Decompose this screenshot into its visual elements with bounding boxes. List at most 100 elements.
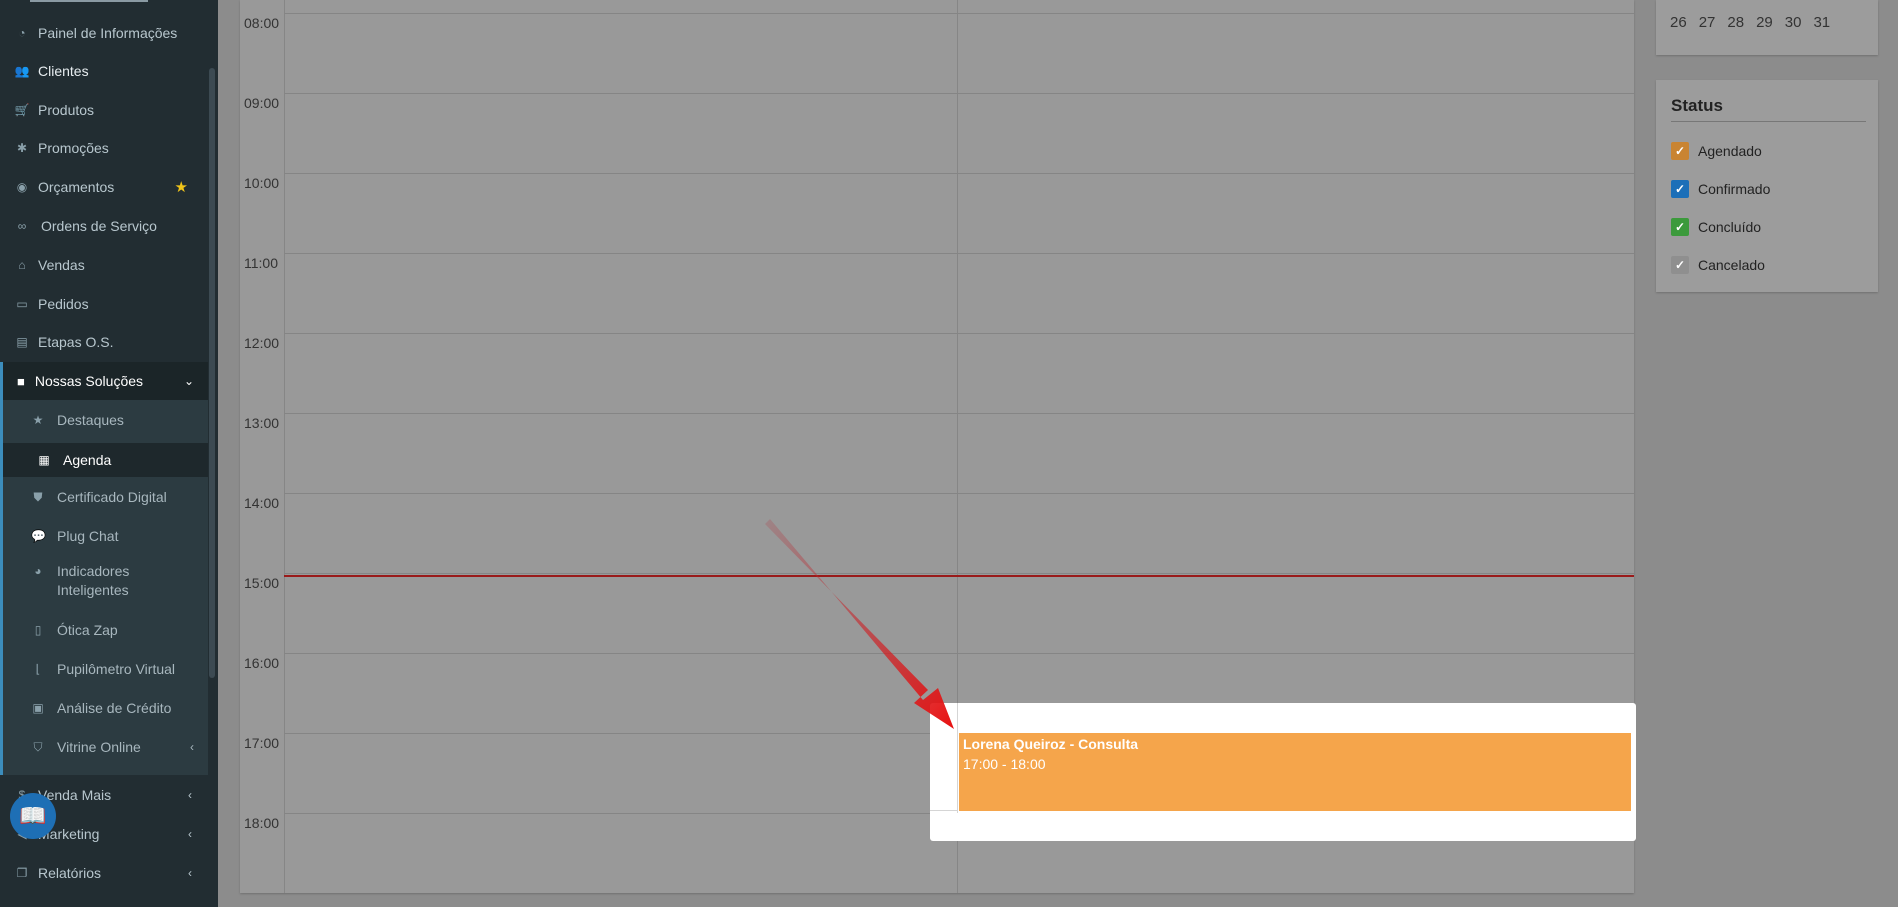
chevron-down-icon: ⌄ [183,374,194,388]
status-agendado[interactable]: ✓ Agendado [1671,142,1762,160]
sidebar-item-relatorios[interactable]: ❐ Relatórios ‹ [0,855,208,891]
hour-label: 17:00 [244,735,280,751]
status-confirmado[interactable]: ✓ Confirmado [1671,180,1770,198]
pie-chart-icon: ◕ [34,564,42,578]
mobile-icon: ▯ [34,623,42,637]
checkbox[interactable]: ✓ [1671,218,1689,236]
hour-row[interactable]: 12:00 [240,333,1634,413]
hour-row[interactable]: 08:00 [240,13,1634,93]
status-concluido[interactable]: ✓ Concluído [1671,218,1761,236]
sidebar-item-label: Destaques [57,412,124,428]
calendar-event[interactable]: Lorena Queiroz - Consulta 17:00 - 18:00 [959,733,1631,811]
chevron-left-icon: ‹ [188,788,192,802]
sidebar: ◔ Painel de Informações 👥 Clientes 🛒 Pro… [0,0,218,907]
solutions-submenu: ★ Destaques ▦ Agenda ⛊ Certificado Digit… [0,400,208,775]
chevron-left-icon: ‹ [188,827,192,841]
sidebar-item-orcamentos[interactable]: ◉ Orçamentos ★ [0,169,208,205]
event-time: 17:00 - 18:00 [963,756,1046,772]
sidebar-item-label: Pedidos [38,296,89,312]
sidebar-item-nossas-solucoes[interactable]: ■ Nossas Soluções ⌄ [0,362,208,400]
cart-icon: 🛒 [14,103,30,117]
checkbox[interactable]: ✓ [1671,256,1689,274]
day-cell[interactable]: 28 [1727,14,1744,31]
status-filter-panel: Status ✓ Agendado ✓ Confirmado ✓ Concluí… [1656,80,1878,292]
sidebar-item-vendas[interactable]: ⌂ Vendas [0,247,208,283]
sidebar-item-ordens[interactable]: ∞ Ordens de Serviço [0,208,208,244]
hour-row[interactable]: 11:00 [240,253,1634,333]
chevron-left-icon: ‹ [188,866,192,880]
day-cell[interactable]: 30 [1785,14,1802,31]
sidebar-item-otica-zap[interactable]: ▯ Ótica Zap [3,618,208,642]
star-icon[interactable]: ★ [175,178,188,196]
sidebar-item-analise-credito[interactable]: ▣ Análise de Crédito [3,696,208,720]
hour-label: 12:00 [244,335,280,351]
day-cell[interactable]: 31 [1813,14,1830,31]
sidebar-item-certificado[interactable]: ⛊ Certificado Digital [3,485,208,509]
sidebar-item-clientes[interactable]: 👥 Clientes [0,53,208,89]
hour-row[interactable]: 13:00 [240,413,1634,493]
sidebar-item-label: Nossas Soluções [34,373,144,389]
sidebar-item-label: Produtos [38,102,95,118]
divider [1671,121,1866,122]
briefcase-icon: ■ [17,373,25,389]
status-cancelado[interactable]: ✓ Cancelado [1671,256,1765,274]
sidebar-item-destaques[interactable]: ★ Destaques [3,408,208,432]
day-cell[interactable]: 26 [1670,14,1687,31]
grid-line [957,703,958,813]
sidebar-item-pedidos[interactable]: ▭ Pedidos [0,286,208,322]
mini-calendar-days: 26 27 28 29 30 31 [1670,14,1830,31]
sidebar-scrollbar[interactable] [209,68,215,678]
sidebar-item-label: Certificado Digital [57,489,167,505]
glasses-icon: ∞ [17,219,27,233]
checkbox[interactable]: ✓ [1671,142,1689,160]
budget-icon: ◉ [16,180,28,194]
grid-line [930,810,957,811]
sidebar-item-etapas[interactable]: ▤ Etapas O.S. [0,324,208,360]
mini-calendar: 26 27 28 29 30 31 [1656,0,1878,55]
day-cell[interactable]: 27 [1699,14,1716,31]
sidebar-item-label: Indicadores Inteligentes [57,563,130,598]
chevron-left-icon: ‹ [190,740,194,754]
book-icon: 📖 [19,803,47,828]
sidebar-item-label: Orçamentos [38,179,115,195]
sidebar-item-label: Agenda [63,452,112,468]
sidebar-item-painel[interactable]: ◔ Painel de Informações [0,15,208,51]
hour-row[interactable]: 09:00 [240,93,1634,173]
day-cell[interactable]: 29 [1756,14,1773,31]
sidebar-item-label: Relatórios [38,865,102,881]
calendar-icon: ▦ [38,453,50,467]
sidebar-item-agenda[interactable]: ▦ Agenda [0,443,208,477]
sidebar-item-promocoes[interactable]: ✱ Promoções [0,130,208,166]
sidebar-item-label: Análise de Crédito [57,700,172,716]
sidebar-item-label: Painel de Informações [38,25,178,41]
status-label: Agendado [1698,143,1762,159]
basket-icon: ⌂ [18,258,26,272]
hour-row[interactable]: 10:00 [240,173,1634,253]
help-book-button[interactable]: 📖 [10,793,56,839]
shield-icon: ⛊ [33,489,43,504]
hour-row[interactable]: 14:00 [240,493,1634,573]
sidebar-item-label: Etapas O.S. [38,334,114,350]
hour-label: 10:00 [244,175,280,191]
sidebar-item-label: Plug Chat [57,528,119,544]
checkbox[interactable]: ✓ [1671,180,1689,198]
sidebar-item-label: Ordens de Serviço [41,218,157,234]
copy-icon: ❐ [16,866,28,880]
status-label: Cancelado [1698,257,1765,273]
hour-row[interactable]: 15:00 [240,573,1634,653]
event-highlight: Lorena Queiroz - Consulta 17:00 - 18:00 [930,703,1636,841]
hour-label: 08:00 [244,15,280,31]
sidebar-item-indicadores[interactable]: ◕ Indicadores Inteligentes [3,562,208,604]
sidebar-item-label: Vendas [38,257,85,273]
ruler-icon: ⌊ [35,662,41,676]
event-title: Lorena Queiroz - Consulta [963,736,1139,752]
sidebar-item-plug-chat[interactable]: 💬 Plug Chat [3,524,208,548]
sidebar-item-produtos[interactable]: 🛒 Produtos [0,92,208,128]
sidebar-item-pupilometro[interactable]: ⌊ Pupilômetro Virtual [3,657,208,681]
sidebar-item-vitrine[interactable]: ⛉ Vitrine Online ‹ [3,735,208,759]
sidebar-top-divider [30,0,148,2]
sidebar-item-label: Vitrine Online [57,739,141,755]
inbox-icon: ▭ [16,297,28,311]
hour-label: 15:00 [244,575,280,591]
star-icon: ★ [32,413,44,427]
